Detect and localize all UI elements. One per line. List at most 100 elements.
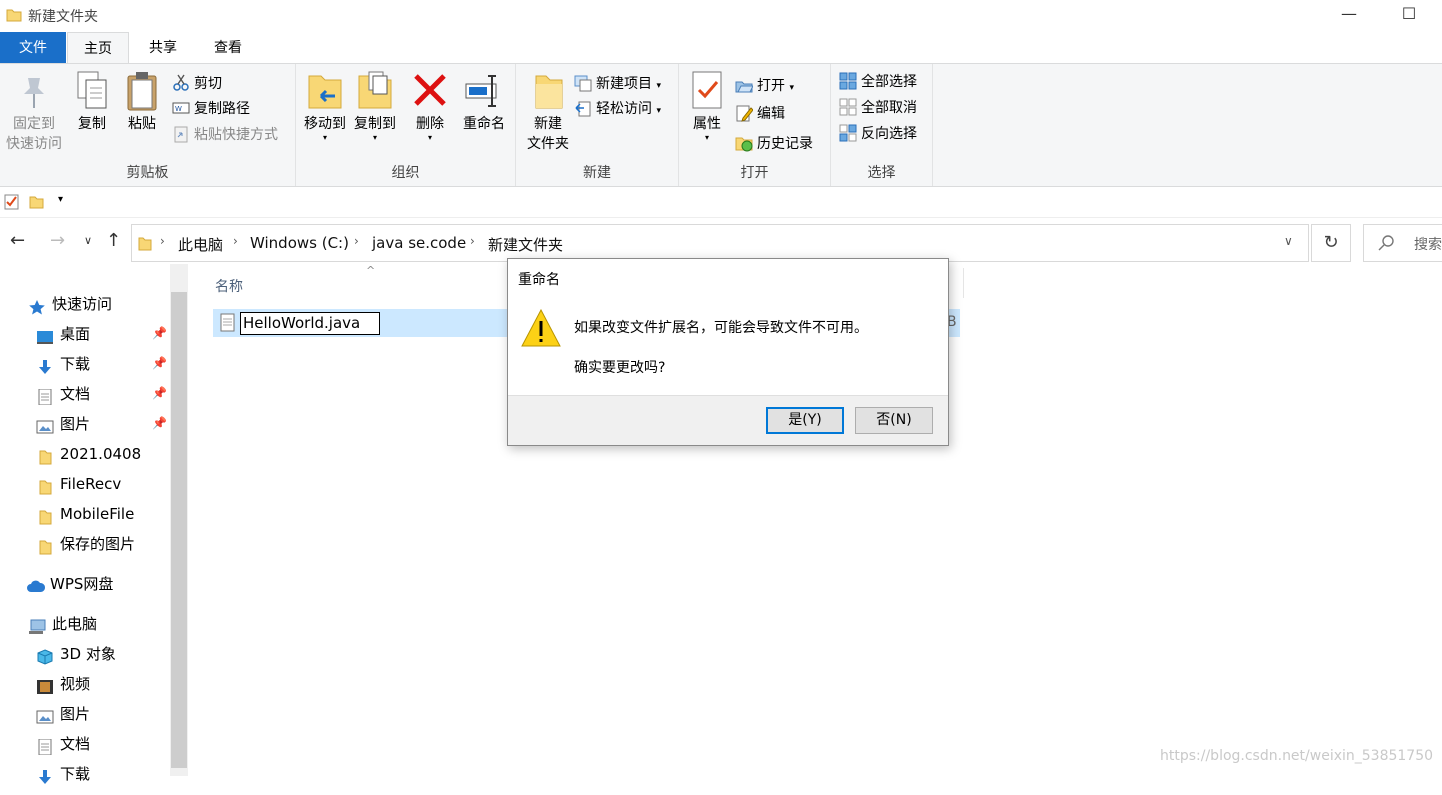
nav-item-folder[interactable]: MobileFile (36, 499, 134, 529)
new-group: 新建 文件夹 新建项目 ▾ 轻松访问 ▾ 新建 (516, 64, 679, 186)
nav-wps-drive[interactable]: WPS网盘 (26, 569, 113, 599)
new-item-icon (574, 74, 592, 92)
search-icon (1378, 235, 1394, 251)
invert-selection-button[interactable]: 反向选择 (839, 122, 917, 146)
customize-toolbar-dropdown-icon[interactable]: ▾ (58, 194, 63, 205)
window-title: 新建文件夹 (28, 9, 98, 25)
new-folder-small-icon[interactable] (28, 194, 44, 210)
breadcrumb-separator[interactable]: › (470, 234, 475, 248)
copy-to-button[interactable]: 复制到 ▾ (350, 70, 400, 142)
breadcrumb-separator[interactable]: › (233, 234, 238, 248)
warning-icon (521, 308, 561, 347)
nav-item-3d-objects[interactable]: 3D 对象 (36, 639, 116, 669)
column-divider[interactable] (963, 268, 964, 298)
ribbon: 固定到 快速访问 复制 粘贴 剪切 W 复制路径 粘贴快捷方式 剪贴板 移动到 … (0, 63, 1442, 187)
title-bar: 新建文件夹 — ☐ (0, 0, 1442, 32)
up-arrow-icon[interactable]: ↑ (106, 230, 121, 251)
properties-button[interactable]: 属性 ▾ (685, 70, 729, 142)
desktop-icon (36, 325, 54, 344)
move-to-button[interactable]: 移动到 ▾ (300, 70, 350, 142)
refresh-icon[interactable]: ↻ (1311, 224, 1351, 262)
copy-path-button[interactable]: W 复制路径 (172, 97, 250, 121)
nav-item-pictures[interactable]: 图片 (36, 409, 90, 439)
no-button[interactable]: 否(N) (855, 407, 933, 434)
tab-home[interactable]: 主页 (67, 32, 129, 64)
forward-arrow-icon[interactable]: → (50, 230, 65, 251)
tab-file[interactable]: 文件 (0, 32, 66, 64)
nav-item-documents[interactable]: 文档 (36, 379, 90, 409)
breadcrumb-java-folder[interactable]: java se.code (372, 234, 466, 252)
cut-button[interactable]: 剪切 (172, 72, 222, 96)
pin-icon: 📌 (152, 416, 167, 430)
nav-item-folder[interactable]: FileRecv (36, 469, 121, 499)
select-none-button[interactable]: 全部取消 (839, 96, 917, 120)
nav-item-downloads[interactable]: 下载 (36, 349, 90, 379)
computer-icon (28, 615, 46, 634)
tab-share[interactable]: 共享 (132, 32, 194, 64)
scissors-icon (172, 74, 190, 92)
nav-item-folder[interactable]: 保存的图片 (36, 529, 135, 559)
pictures-icon (36, 705, 54, 723)
history-button[interactable]: 历史记录 (735, 132, 813, 156)
column-header-name[interactable]: 名称 (215, 276, 243, 296)
copy-icon (72, 70, 112, 112)
breadcrumb-this-pc[interactable]: 此电脑 (178, 234, 223, 255)
new-item-button[interactable]: 新建项目 ▾ (574, 72, 661, 96)
address-bar[interactable]: › 此电脑 › Windows (C:) › java se.code › 新建… (131, 224, 1309, 262)
search-input[interactable]: 搜索 (1363, 224, 1442, 262)
paste-button[interactable]: 粘贴 (120, 70, 164, 134)
paste-shortcut-button[interactable]: 粘贴快捷方式 (172, 123, 278, 147)
nav-item-folder[interactable]: 2021.0408 (36, 439, 141, 469)
invert-selection-icon (839, 124, 857, 142)
rename-input[interactable]: HelloWorld.java (240, 312, 380, 335)
move-to-icon (305, 70, 345, 112)
breadcrumb-separator[interactable]: › (354, 234, 359, 248)
group-label-open: 打开 (740, 165, 769, 181)
open-button[interactable]: 打开 ▾ (735, 74, 794, 98)
address-history-chevron-icon[interactable]: ∨ (1284, 234, 1293, 248)
dialog-footer: 是(Y) 否(N) (508, 395, 948, 445)
delete-button[interactable]: 删除 ▾ (410, 70, 450, 142)
nav-item-pictures[interactable]: 图片 (36, 699, 90, 729)
folder-icon (36, 445, 54, 464)
new-folder-button[interactable]: 新建 文件夹 (520, 70, 576, 154)
watermark-text: https://blog.csdn.net/weixin_53851750 (1160, 748, 1434, 764)
nav-this-pc[interactable]: 此电脑 (28, 609, 97, 639)
nav-item-desktop[interactable]: 桌面 (36, 319, 90, 349)
copy-path-icon: W (172, 99, 190, 117)
open-group: 属性 ▾ 打开 ▾ 编辑 历史记录 打开 (679, 64, 831, 186)
select-all-icon (839, 72, 857, 90)
open-icon (735, 76, 754, 94)
nav-scrollbar-thumb[interactable] (171, 292, 187, 768)
yes-button[interactable]: 是(Y) (766, 407, 844, 434)
tab-view[interactable]: 查看 (197, 32, 259, 64)
pin-icon (14, 70, 54, 112)
film-icon (36, 675, 54, 694)
nav-item-videos[interactable]: 视频 (36, 669, 90, 699)
easy-access-icon (574, 99, 592, 117)
easy-access-button[interactable]: 轻松访问 ▾ (574, 97, 661, 121)
back-arrow-icon[interactable]: ← (10, 230, 25, 251)
file-icon (220, 313, 235, 332)
breadcrumb-current-folder[interactable]: 新建文件夹 (488, 234, 563, 255)
sort-ascending-icon: ^ (366, 264, 376, 277)
star-icon (28, 295, 46, 314)
maximize-button[interactable]: ☐ (1386, 0, 1432, 30)
nav-item-documents[interactable]: 文档 (36, 729, 90, 759)
rename-button[interactable]: 重命名 (456, 70, 512, 134)
nav-quick-access[interactable]: 快速访问 (28, 289, 112, 319)
minimize-button[interactable]: — (1326, 0, 1372, 30)
nav-item-downloads[interactable]: 下载 (36, 759, 90, 789)
breadcrumb-separator[interactable]: › (160, 234, 165, 248)
recent-locations-chevron-icon[interactable]: ∨ (84, 234, 92, 247)
folder-icon (6, 9, 22, 22)
properties-check-icon[interactable] (4, 194, 20, 210)
edit-button[interactable]: 编辑 (735, 102, 785, 126)
breadcrumb-drive[interactable]: Windows (C:) (250, 234, 349, 252)
copy-button[interactable]: 复制 (70, 70, 114, 134)
rename-confirm-dialog: 重命名 如果改变文件扩展名，可能会导致文件不可用。 确实要更改吗? 是(Y) 否… (507, 258, 949, 446)
address-row: ← → ∨ ↑ › 此电脑 › Windows (C:) › java se.c… (0, 222, 1442, 262)
group-label-select: 选择 (867, 165, 896, 181)
pin-quick-access-button[interactable]: 固定到 快速访问 (2, 70, 66, 154)
select-all-button[interactable]: 全部选择 (839, 70, 917, 94)
